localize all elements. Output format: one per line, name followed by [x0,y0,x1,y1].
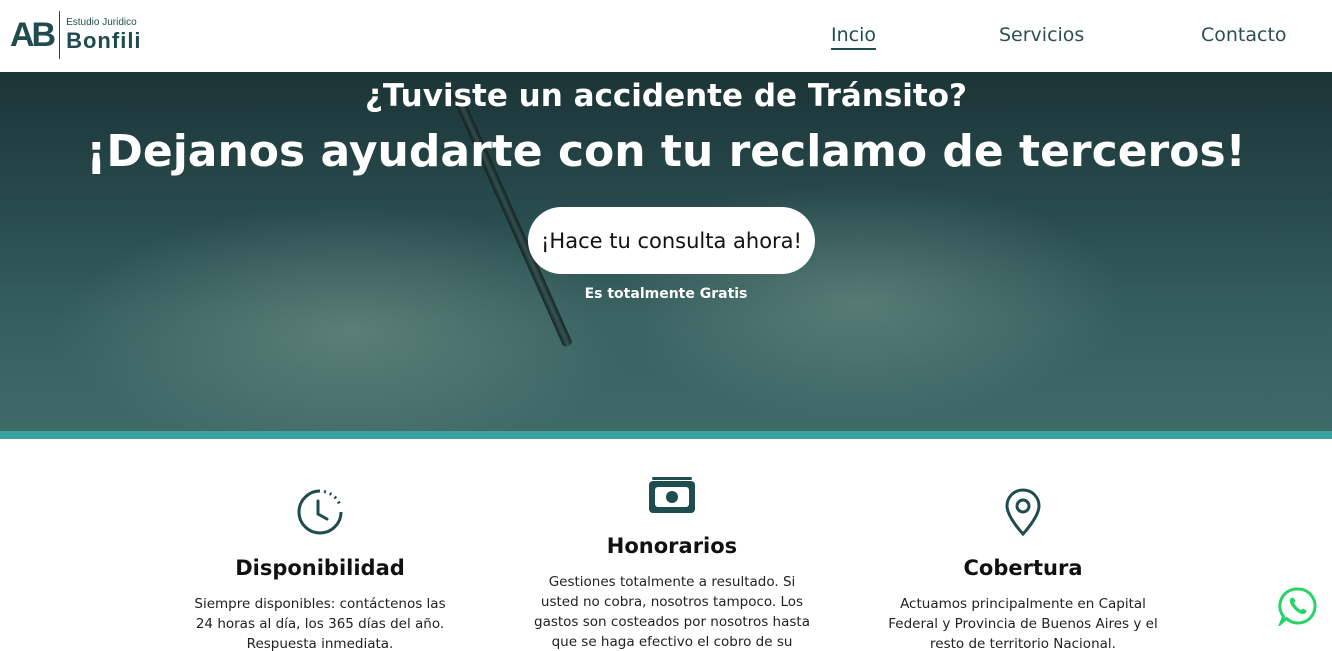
clock-icon [185,482,455,542]
feature-description: Siempre disponibles: contáctenos las 24 … [194,596,446,651]
hero-subheading: ¡Dejanos ayudarte con tu reclamo de terc… [86,126,1246,177]
consulta-button[interactable]: ¡Hace tu consulta ahora! [528,207,815,274]
feature-title: Cobertura [963,556,1083,580]
feature-honorarios: Honorarios Gestiones totalmente a result… [532,466,812,651]
feature-disponibilidad: Disponibilidad Siempre disponibles: cont… [185,482,455,651]
feature-description: Actuamos principalmente en Capital Feder… [888,596,1158,651]
nav-link-inicio[interactable]: Incio [831,24,876,50]
nav-link-servicios[interactable]: Servicios [999,24,1084,46]
feature-title: Disponibilidad [235,556,405,580]
location-pin-icon [888,482,1158,542]
logo-mark: AB [10,16,56,54]
cta-note: Es totalmente Gratis [584,286,748,302]
site-header: AB Estudio Juridico Bonfili Incio Servic… [0,0,1332,72]
logo[interactable]: AB Estudio Juridico Bonfili [10,10,142,60]
hero-heading: ¿Tuviste un accidente de Tránsito? [364,78,968,114]
nav-link-contacto[interactable]: Contacto [1201,24,1287,46]
feature-cobertura: Cobertura Actuamos principalmente en Cap… [888,482,1158,651]
money-icon [532,466,812,526]
feature-description: Gestiones totalmente a resultado. Si ust… [534,574,810,650]
logo-subtitle: Estudio Juridico [66,17,137,28]
logo-divider [59,11,61,59]
logo-name: Bonfili [66,28,142,53]
feature-title: Honorarios [606,534,738,558]
accent-stripe [0,431,1332,439]
whatsapp-icon[interactable] [1277,586,1318,628]
hero-banner: ¿Tuviste un accidente de Tránsito? ¡Deja… [0,72,1332,431]
